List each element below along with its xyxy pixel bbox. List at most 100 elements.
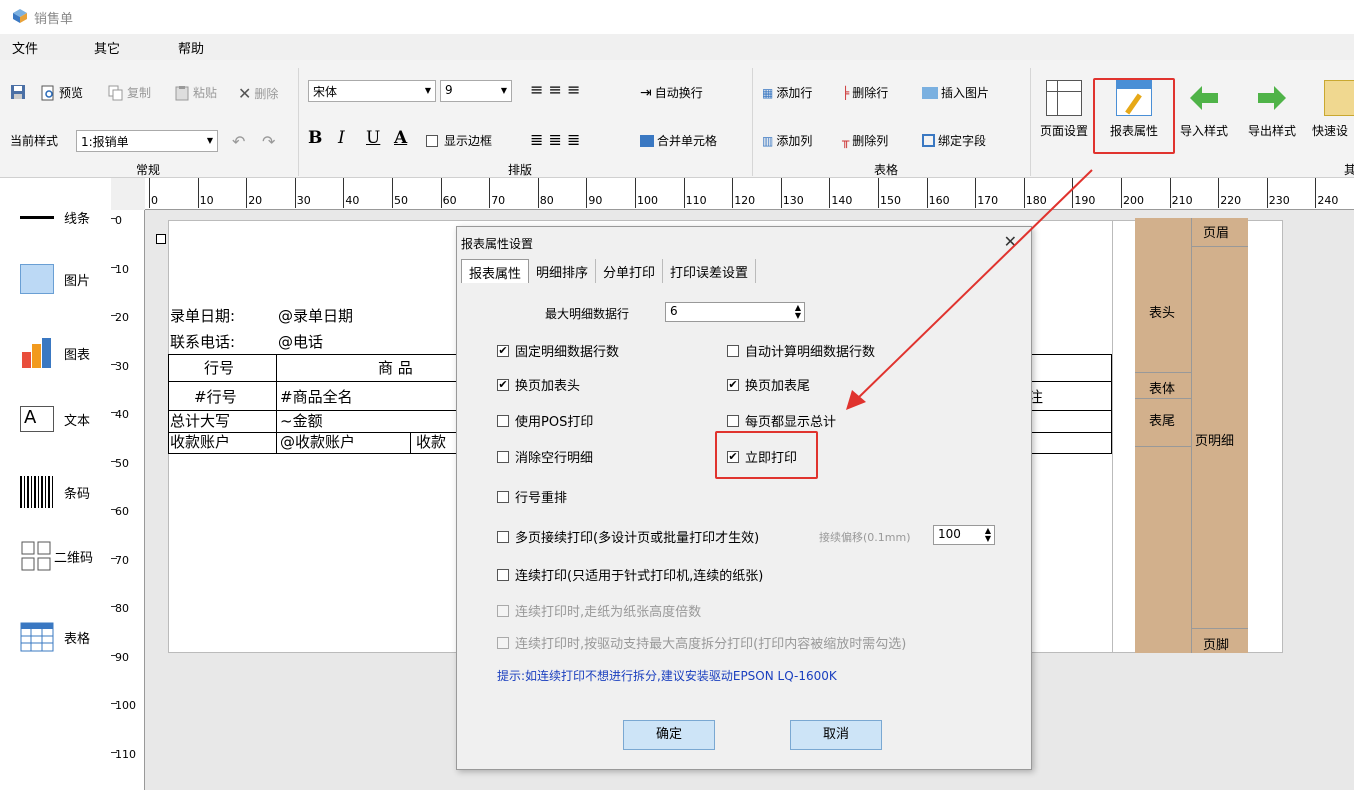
tool-image[interactable]: 图片 (20, 264, 90, 294)
tab-detail-sort[interactable]: 明细排序 (529, 259, 597, 283)
ruler-tick (440, 178, 442, 208)
menu-help[interactable]: 帮助 (178, 38, 204, 57)
account-value: @收款账户 (280, 433, 356, 451)
tab-report-properties[interactable]: 报表属性 (461, 259, 530, 283)
italic-button[interactable]: I (338, 128, 345, 148)
tool-barcode[interactable]: 条码 (20, 476, 90, 508)
tool-line-label: 线条 (64, 212, 91, 227)
bind-field-button[interactable]: 绑定字段 (922, 132, 986, 149)
ruler-tick (111, 751, 117, 753)
band-header[interactable]: 页眉 (1203, 222, 1229, 241)
copy-button[interactable]: 复制 (108, 84, 151, 101)
show-total-checkbox[interactable]: 每页都显示总计 (727, 411, 836, 430)
ruler-tick-label: 210 (1171, 194, 1193, 207)
font-size-value: 9 (445, 83, 453, 97)
add-column-button[interactable]: ▥ 添加列 (762, 132, 812, 149)
wrap-button[interactable]: ⇥ 自动换行 (640, 84, 703, 101)
page-header-checkbox[interactable]: ✔ 换页加表头 (497, 375, 580, 394)
tool-line[interactable]: 线条 (20, 208, 90, 227)
ruler-tick-label: 10 (199, 194, 214, 207)
spinner-arrows-icon[interactable]: ▲ ▼ (795, 304, 801, 320)
style-select[interactable]: 1:报销单 ▼ (76, 130, 218, 152)
ruler-tick (1266, 178, 1268, 208)
delete-column-button[interactable]: ╥ 删除列 (842, 132, 888, 149)
import-style-button[interactable]: 导入样式 (1174, 80, 1234, 156)
line-icon (20, 216, 54, 219)
clear-empty-label: 消除空行明细 (515, 451, 594, 466)
page-setup-button[interactable]: 页面设置 (1034, 80, 1094, 156)
tool-table[interactable]: 表格 (20, 622, 90, 652)
app-icon (13, 9, 27, 23)
max-height-split-checkbox[interactable]: 连续打印时,按驱动支持最大高度拆分打印(打印内容被缩放时需勾选) (497, 633, 906, 652)
max-rows-spinner[interactable]: 6 ▲ ▼ (665, 302, 805, 322)
clear-empty-checkbox[interactable]: 消除空行明细 (497, 447, 593, 466)
renumber-checkbox[interactable]: 行号重排 (497, 487, 567, 506)
font-color-button[interactable]: A (394, 128, 407, 148)
underline-button[interactable]: U (366, 128, 380, 148)
multi-page-checkbox[interactable]: 多页接续打印(多设计页或批量打印才生效) (497, 527, 759, 546)
preview-button[interactable]: 预览 (40, 84, 83, 101)
continuous-checkbox[interactable]: 连续打印(只适用于针式打印机,连续的纸张) (497, 565, 763, 584)
ruler-tick-label: 60 (115, 505, 129, 518)
add-row-button[interactable]: ▦ 添加行 (762, 84, 812, 101)
ok-button[interactable]: 确定 (623, 720, 715, 750)
tool-text-label: 文本 (64, 413, 91, 429)
checkbox-box (497, 530, 509, 543)
save-button[interactable] (10, 84, 26, 100)
ruler-tick-label: 0 (151, 194, 158, 207)
close-icon[interactable]: ✕ (1004, 232, 1017, 251)
band-footer[interactable]: 页脚 (1203, 634, 1229, 653)
ruler-tick-label: 160 (928, 194, 950, 207)
paste-icon (175, 85, 189, 100)
align-top-button[interactable]: ≡ ≡ ≡ (530, 80, 580, 99)
cancel-button[interactable]: 取消 (790, 720, 882, 750)
align-left-button[interactable]: ≣ ≣ ≣ (530, 130, 580, 149)
add-row-label: 添加行 (776, 86, 813, 100)
bold-button[interactable]: B (308, 128, 322, 148)
fixed-rows-checkbox[interactable]: ✔ 固定明细数据行数 (497, 341, 619, 360)
paper-height-checkbox[interactable]: 连续打印时,走纸为纸张高度倍数 (497, 601, 701, 620)
offset-spinner[interactable]: 100 ▲ ▼ (933, 525, 995, 545)
band-table-head[interactable]: 表头 (1149, 302, 1175, 321)
merge-label: 合并单元格 (657, 134, 718, 148)
delete-row-button[interactable]: ╞ 删除行 (842, 84, 888, 101)
pos-print-checkbox[interactable]: 使用POS打印 (497, 411, 593, 430)
band-detail[interactable]: 页明细 (1195, 430, 1234, 449)
ruler-tick (829, 178, 831, 208)
undo-button[interactable]: ↶ (232, 132, 245, 151)
tool-text[interactable]: A 文本 (20, 406, 90, 432)
ruler-tick-label: 0 (115, 214, 122, 227)
ruler-tick-label: 180 (1025, 194, 1047, 207)
delete-button[interactable]: ✕ 删除 (238, 84, 278, 103)
band-table-foot[interactable]: 表尾 (1149, 410, 1175, 429)
checkbox-box (497, 490, 509, 503)
redo-button[interactable]: ↷ (262, 132, 275, 151)
tab-print-offset[interactable]: 打印误差设置 (663, 259, 757, 283)
paste-button[interactable]: 粘贴 (174, 84, 217, 101)
auto-rows-checkbox[interactable]: 自动计算明细数据行数 (727, 341, 875, 360)
merge-button[interactable]: 合并单元格 (640, 132, 717, 149)
menu-other[interactable]: 其它 (94, 38, 120, 57)
menu-file[interactable]: 文件 (12, 38, 38, 57)
show-border-checkbox[interactable]: 显示边框 (426, 132, 492, 149)
tab-split-print[interactable]: 分单打印 (596, 259, 664, 283)
tool-qrcode[interactable]: 二维码 (20, 540, 93, 572)
spinner-arrows-icon[interactable]: ▲ ▼ (985, 527, 991, 543)
tool-chart[interactable]: 图表 (20, 338, 90, 368)
export-style-button[interactable]: 导出样式 (1242, 80, 1302, 156)
ruler-tick (111, 363, 117, 365)
ruler-tick-label: 30 (115, 359, 129, 373)
group-divider (1030, 68, 1031, 176)
font-size-select[interactable]: 9 ▼ (440, 80, 512, 102)
dialog-title: 报表属性设置 (461, 237, 534, 251)
ruler-tick (111, 218, 117, 219)
insert-image-button[interactable]: 插入图片 (922, 84, 989, 101)
phone-value: @电话 (278, 333, 324, 351)
page-footer-checkbox[interactable]: ✔ 换页加表尾 (727, 375, 810, 394)
quick-setup-button[interactable]: 快速设 (1312, 80, 1354, 156)
font-select[interactable]: 宋体 ▼ (308, 80, 436, 102)
checkbox-box (497, 414, 509, 427)
checkbox-box (497, 636, 509, 649)
ruler-tick-label: 50 (115, 456, 129, 470)
band-table-body[interactable]: 表体 (1149, 378, 1175, 397)
